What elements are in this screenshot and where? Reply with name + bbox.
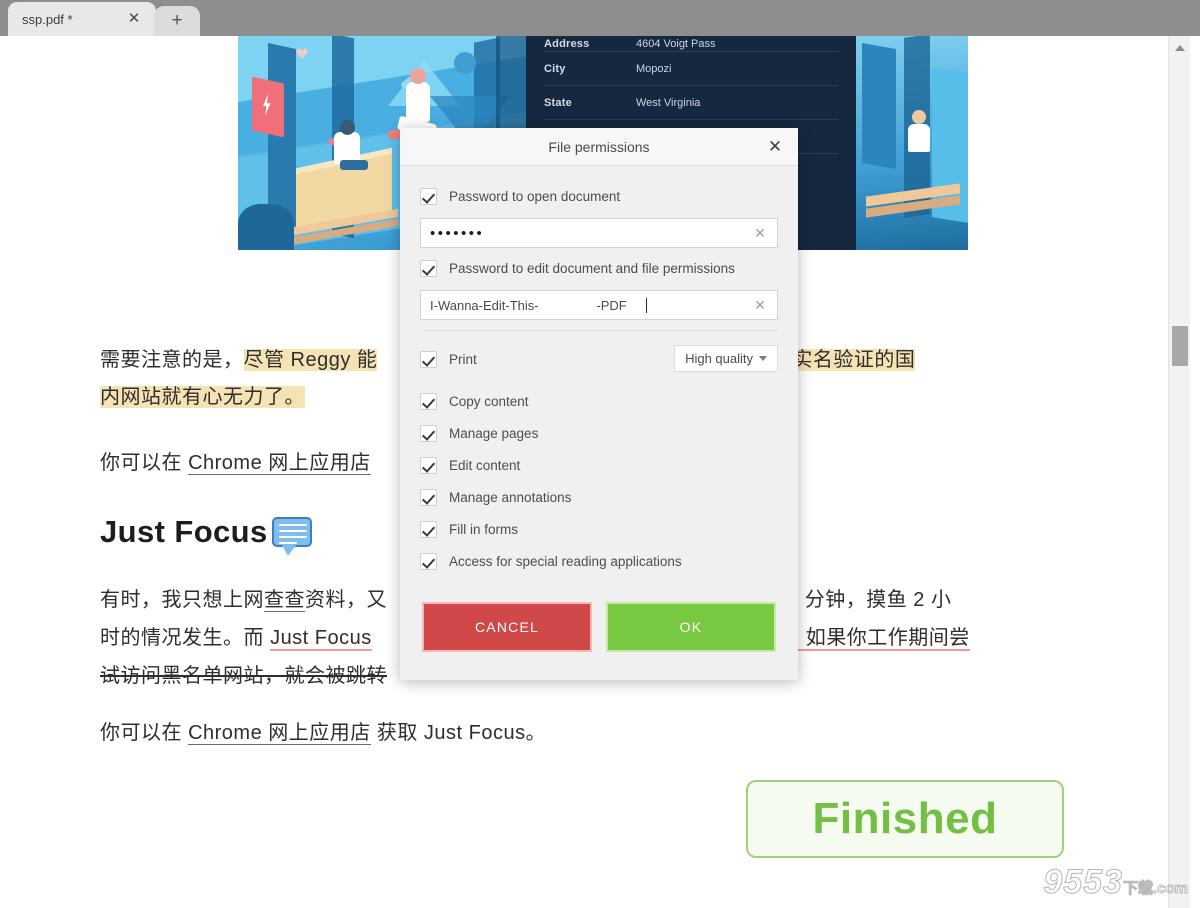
text-highlighted: 尽管 Reggy 能 — [243, 349, 378, 371]
text-plain: 你可以在 — [100, 452, 189, 474]
close-icon[interactable]: ✕ — [766, 138, 784, 156]
application-window: ssp.pdf * ✕ + Address 4604 Voigt Pass Ci… — [0, 0, 1200, 908]
comment-bubble-icon — [271, 517, 312, 556]
text-highlighted: 内网站就有心无力了。 — [100, 386, 305, 408]
finished-stamp: Finished — [746, 780, 1064, 858]
permission-row-edit-content[interactable]: Edit content — [420, 449, 778, 481]
paragraph-1-line-2: 内网站就有心无力了。 — [100, 378, 305, 416]
tab-title: ssp.pdf * — [22, 11, 73, 27]
link-chrome-web-store[interactable]: Chrome 网上应用店 — [188, 722, 371, 745]
open-password-label: Password to open document — [449, 188, 621, 204]
chevron-up-icon[interactable] — [1173, 42, 1187, 54]
permission-row-special-reading[interactable]: Access for special reading applications — [420, 545, 778, 577]
text-caret — [646, 298, 647, 313]
table-cell-key: State — [544, 96, 572, 109]
open-password-input[interactable]: ••••••• — [421, 225, 777, 242]
ok-button[interactable]: OK — [606, 602, 776, 652]
permission-row-copy-content[interactable]: Copy content — [420, 385, 778, 417]
table-row: City Mopozi — [544, 52, 838, 86]
text-plain: 获取 Just Focus。 — [370, 722, 547, 744]
chevron-down-icon — [759, 356, 767, 361]
vertical-scrollbar[interactable] — [1168, 36, 1190, 908]
permission-label-print: Print — [449, 351, 477, 367]
clear-icon[interactable]: ✕ — [752, 297, 768, 313]
page-heading-just-focus: Just Focus — [100, 514, 312, 556]
permission-checkbox-edit-content[interactable] — [420, 456, 437, 474]
paragraph-2: 你可以在 Chrome 网上应用店 — [100, 444, 371, 482]
open-password-checkbox[interactable] — [420, 187, 437, 205]
dialog-footer: CANCEL OK — [400, 602, 798, 680]
tab-ssp-pdf[interactable]: ssp.pdf * ✕ — [8, 2, 156, 36]
permission-row-fill-in-forms[interactable]: Fill in forms — [420, 513, 778, 545]
table-cell-key: City — [544, 62, 566, 75]
permission-label-special-reading: Access for special reading applications — [449, 553, 682, 569]
dialog-body: Password to open document ••••••• ✕ Pass… — [400, 166, 798, 577]
permission-checkbox-fill-in-forms[interactable] — [420, 520, 437, 538]
table-row: Address 4604 Voigt Pass — [544, 36, 838, 52]
edit-password-field[interactable]: I-Wanna-Edit-This- -PDF ✕ — [420, 290, 778, 320]
print-quality-value: High quality — [685, 351, 753, 366]
permission-checkbox-special-reading[interactable] — [420, 552, 437, 570]
cancel-button[interactable]: CANCEL — [422, 602, 592, 652]
permission-label-fill-in-forms: Fill in forms — [449, 521, 519, 537]
stamp-label: Finished — [812, 794, 998, 843]
divider — [420, 330, 778, 331]
permission-label-copy-content: Copy content — [449, 393, 529, 409]
open-password-field[interactable]: ••••••• ✕ — [420, 218, 778, 248]
text-plain: 有时，我只想上网 — [100, 589, 264, 611]
paragraph-4: 你可以在 Chrome 网上应用店 获取 Just Focus。 — [100, 714, 546, 752]
dialog-titlebar: File permissions ✕ — [400, 128, 798, 166]
permission-checkbox-manage-annotations[interactable] — [420, 488, 437, 506]
permissions-list: High quality Print Copy content Manage p… — [420, 343, 778, 577]
permission-label-manage-annotations: Manage annotations — [449, 489, 572, 505]
table-row: State West Virginia — [544, 86, 838, 120]
permission-row-manage-pages[interactable]: Manage pages — [420, 417, 778, 449]
text-plain: 时的情况发生。而 — [100, 627, 271, 649]
text-underlined: 查查 — [264, 589, 305, 612]
text-red-underlined: Just Focus — [270, 627, 372, 651]
text-plain: 需要注意的是， — [100, 349, 244, 371]
close-icon[interactable]: ✕ — [126, 11, 142, 27]
permission-checkbox-copy-content[interactable] — [420, 392, 437, 410]
permission-checkbox-manage-pages[interactable] — [420, 424, 437, 442]
paragraph-3-line-3: 试访问黑名单网站，就会被跳转 — [100, 657, 387, 695]
edit-password-checkbox-row[interactable]: Password to edit document and file permi… — [420, 252, 778, 284]
edit-password-checkbox[interactable] — [420, 259, 437, 277]
edit-password-input[interactable]: I-Wanna-Edit-This- -PDF — [421, 298, 777, 313]
illustration-right — [856, 36, 968, 250]
permission-row-manage-annotations[interactable]: Manage annotations — [420, 481, 778, 513]
open-password-checkbox-row[interactable]: Password to open document — [420, 180, 778, 212]
clear-icon[interactable]: ✕ — [752, 225, 768, 241]
scrollbar-thumb[interactable] — [1172, 326, 1188, 366]
text-plain: 资料，又 — [305, 589, 387, 611]
heading-text: Just Focus — [100, 514, 268, 549]
edit-password-label: Password to edit document and file permi… — [449, 260, 735, 276]
table-cell-value: Mopozi — [636, 62, 672, 75]
page-left-margin — [0, 36, 78, 908]
dialog-title: File permissions — [548, 138, 650, 155]
tab-bar: ssp.pdf * ✕ + — [0, 0, 1200, 36]
print-quality-select[interactable]: High quality — [674, 345, 778, 372]
text-strikethrough: 试访问黑名单网站，就会被跳转 — [100, 665, 387, 687]
permission-label-edit-content: Edit content — [449, 457, 521, 473]
link-chrome-web-store[interactable]: Chrome 网上应用店 — [188, 452, 371, 475]
permission-label-manage-pages: Manage pages — [449, 425, 539, 441]
file-permissions-dialog: File permissions ✕ Password to open docu… — [400, 128, 798, 680]
text-plain: 你可以在 — [100, 722, 189, 744]
table-cell-value: 4604 Voigt Pass — [636, 37, 716, 50]
table-cell-key: Address — [544, 37, 590, 50]
permission-checkbox-print[interactable] — [420, 350, 437, 368]
plus-icon[interactable]: + — [154, 6, 200, 36]
table-cell-value: West Virginia — [636, 96, 701, 109]
